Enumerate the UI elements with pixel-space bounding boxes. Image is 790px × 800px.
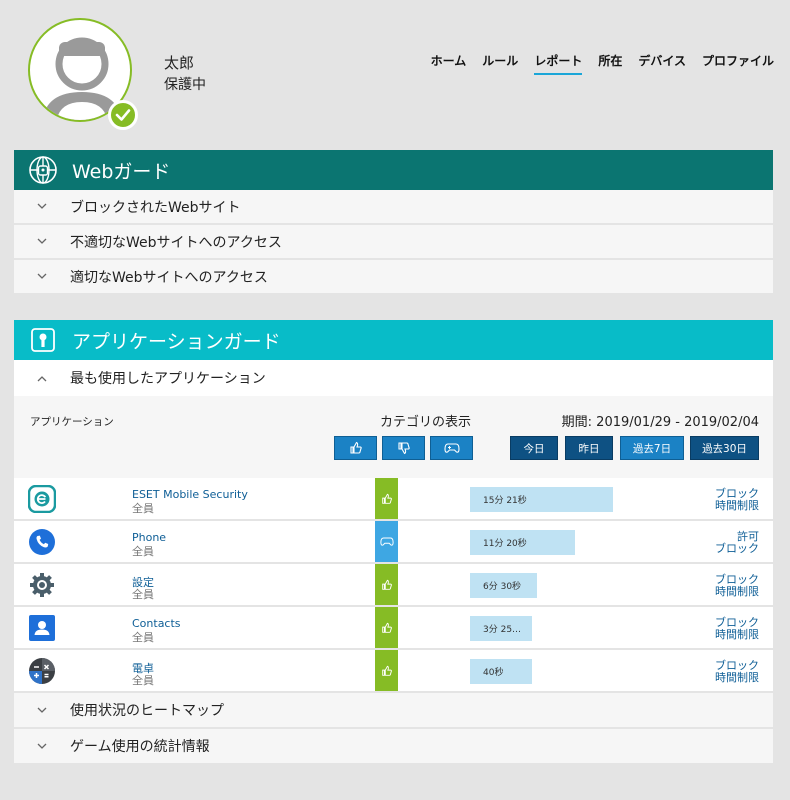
app-actions: 許可 ブロック bbox=[715, 531, 759, 555]
contacts-icon bbox=[28, 614, 56, 642]
usage-bar: 6分 30秒 bbox=[470, 573, 537, 598]
action-link[interactable]: 時間制限 bbox=[715, 672, 759, 684]
app-guard-title: アプリケーションガード bbox=[72, 330, 281, 353]
category-games-button[interactable] bbox=[430, 436, 473, 460]
nav-devices[interactable]: デバイス bbox=[638, 52, 686, 75]
usage-bar: 40秒 bbox=[470, 659, 532, 684]
thumbs-up-icon bbox=[381, 493, 392, 504]
table-row: Phone 全員 11分 20秒 許可 ブロック bbox=[14, 521, 773, 564]
action-link[interactable]: 時間制限 bbox=[715, 500, 759, 512]
eset-icon bbox=[27, 484, 57, 514]
column-header-application: アプリケーション bbox=[30, 416, 114, 428]
app-group: 全員 bbox=[132, 545, 154, 558]
web-row-appropriate[interactable]: 適切なWebサイトへのアクセス bbox=[14, 260, 773, 295]
gamepad-icon bbox=[379, 537, 394, 546]
chevron-down-icon bbox=[14, 704, 70, 717]
app-filter-panel: アプリケーション カテゴリの表示 期間: 2019/01/29 - 2019/0… bbox=[14, 396, 773, 478]
nav-location[interactable]: 所在 bbox=[598, 52, 622, 75]
category-indicator bbox=[375, 521, 398, 562]
thumbs-up-icon bbox=[381, 622, 392, 633]
app-row-most-used[interactable]: 最も使用したアプリケーション bbox=[14, 360, 773, 396]
app-group: 全員 bbox=[132, 674, 154, 687]
category-blocked-button[interactable] bbox=[382, 436, 425, 460]
action-link[interactable]: 時間制限 bbox=[715, 629, 759, 641]
nav-home[interactable]: ホーム bbox=[431, 52, 467, 75]
chevron-down-icon bbox=[14, 270, 70, 283]
app-group: 全員 bbox=[132, 631, 154, 644]
category-indicator bbox=[375, 607, 398, 648]
avatar bbox=[28, 18, 138, 130]
action-link[interactable]: ブロック bbox=[715, 543, 759, 555]
web-row-blocked[interactable]: ブロックされたWebサイト bbox=[14, 190, 773, 225]
thumbs-up-icon bbox=[381, 579, 392, 590]
table-row: Contacts 全員 3分 25… ブロック 時間制限 bbox=[14, 607, 773, 650]
category-allowed-button[interactable] bbox=[334, 436, 377, 460]
web-guard-section: Webガード ブロックされたWebサイト 不適切なWebサイトへのアクセス 適切… bbox=[14, 150, 773, 295]
usage-bar: 15分 21秒 bbox=[470, 487, 613, 512]
chevron-down-icon bbox=[14, 740, 70, 753]
top-nav: ホーム ルール レポート 所在 デバイス プロファイル bbox=[431, 52, 774, 75]
web-guard-header: Webガード bbox=[14, 150, 773, 190]
nav-profile[interactable]: プロファイル bbox=[702, 52, 774, 75]
row-label: 使用状況のヒートマップ bbox=[70, 703, 224, 719]
keyhole-icon bbox=[28, 325, 58, 355]
app-group: 全員 bbox=[132, 588, 154, 601]
usage-bar: 3分 25… bbox=[470, 616, 532, 641]
app-actions: ブロック 時間制限 bbox=[715, 574, 759, 598]
period-today-button[interactable]: 今日 bbox=[510, 436, 558, 460]
period-label: 期間: 2019/01/29 - 2019/02/04 bbox=[561, 415, 759, 430]
chevron-up-icon bbox=[14, 372, 70, 385]
period-7days-button[interactable]: 過去7日 bbox=[620, 436, 684, 460]
row-label: ブロックされたWebサイト bbox=[70, 199, 241, 216]
app-group: 全員 bbox=[132, 502, 154, 515]
user-name: 太郎 bbox=[164, 54, 195, 72]
thumbs-up-icon bbox=[381, 665, 392, 676]
app-guard-header: アプリケーションガード bbox=[14, 320, 773, 360]
app-guard-section: アプリケーションガード 最も使用したアプリケーション アプリケーション カテゴリ… bbox=[14, 320, 773, 765]
app-actions: ブロック 時間制限 bbox=[715, 617, 759, 641]
row-label: ゲーム使用の統計情報 bbox=[70, 739, 210, 755]
table-row: 設定 全員 6分 30秒 ブロック 時間制限 bbox=[14, 564, 773, 607]
chevron-down-icon bbox=[14, 200, 70, 213]
period-yesterday-button[interactable]: 昨日 bbox=[565, 436, 613, 460]
thumbs-down-icon bbox=[397, 442, 410, 455]
category-indicator bbox=[375, 478, 398, 519]
app-actions: ブロック 時間制限 bbox=[715, 660, 759, 684]
row-label: 不適切なWebサイトへのアクセス bbox=[70, 234, 282, 251]
row-label: 適切なWebサイトへのアクセス bbox=[70, 269, 268, 286]
settings-icon bbox=[28, 571, 56, 599]
app-row-game-stats[interactable]: ゲーム使用の統計情報 bbox=[14, 729, 773, 765]
usage-bar: 11分 20秒 bbox=[470, 530, 575, 555]
nav-rules[interactable]: ルール bbox=[482, 52, 518, 75]
table-row: 電卓 全員 40秒 ブロック 時間制限 bbox=[14, 650, 773, 693]
app-actions: ブロック 時間制限 bbox=[715, 488, 759, 512]
gamepad-icon bbox=[443, 443, 460, 453]
phone-icon bbox=[28, 528, 56, 556]
web-row-inappropriate[interactable]: 不適切なWebサイトへのアクセス bbox=[14, 225, 773, 260]
thumbs-up-icon bbox=[349, 441, 362, 454]
category-indicator bbox=[375, 564, 398, 605]
row-label: 最も使用したアプリケーション bbox=[70, 371, 266, 387]
nav-reports[interactable]: レポート bbox=[534, 52, 583, 75]
protected-check-icon bbox=[108, 100, 138, 130]
table-row: ESET Mobile Security 全員 15分 21秒 ブロック 時間制… bbox=[14, 478, 773, 521]
web-guard-title: Webガード bbox=[72, 160, 171, 183]
globe-icon bbox=[28, 155, 58, 185]
app-list: ESET Mobile Security 全員 15分 21秒 ブロック 時間制… bbox=[14, 478, 773, 693]
user-status: 保護中 bbox=[164, 77, 206, 93]
category-indicator bbox=[375, 650, 398, 691]
chevron-down-icon bbox=[14, 235, 70, 248]
action-link[interactable]: 時間制限 bbox=[715, 586, 759, 598]
category-label: カテゴリの表示 bbox=[380, 415, 472, 430]
app-row-heatmap[interactable]: 使用状況のヒートマップ bbox=[14, 693, 773, 729]
period-30days-button[interactable]: 過去30日 bbox=[690, 436, 759, 460]
calculator-icon bbox=[28, 657, 56, 685]
